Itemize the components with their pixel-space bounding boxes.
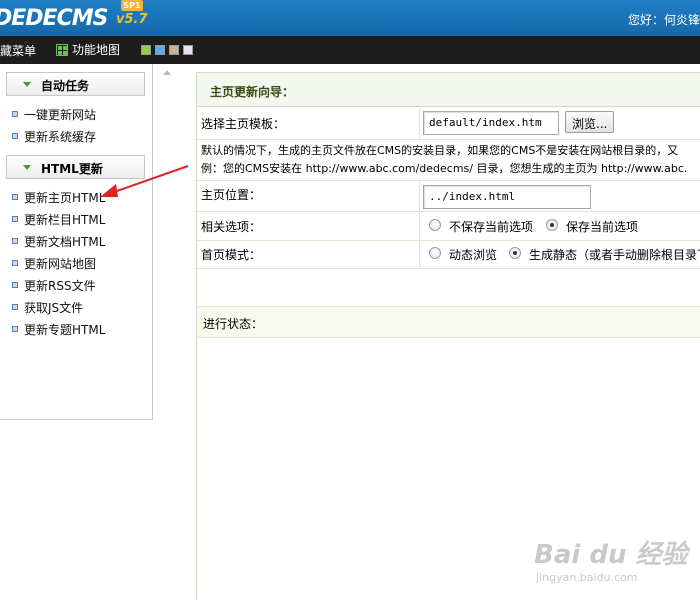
- radio-static-label: 生成静态（或者手动删除根目录下: [529, 248, 700, 262]
- hide-menu-label: 隐藏菜单: [0, 44, 37, 58]
- bullet-icon: [12, 111, 18, 117]
- grid-icon: [56, 43, 68, 56]
- menu-item-label: 获取JS文件: [24, 300, 84, 315]
- menu-item-update-column[interactable]: 更新栏目HTML: [12, 211, 105, 227]
- baidu-watermark: Bai du 经验 jingyan.baidu.com: [534, 534, 688, 584]
- bullet-icon: [12, 282, 18, 288]
- watermark-url: jingyan.baidu.com: [536, 571, 638, 584]
- wizard-header: 主页更新向导：: [197, 72, 700, 107]
- position-value: ../index.html: [429, 190, 516, 203]
- menu-item-update-homepage[interactable]: 更新主页HTML: [12, 189, 105, 205]
- menu-item-label: 更新文档HTML: [24, 234, 106, 249]
- bullet-icon: [12, 133, 18, 139]
- top-header: DEDECMS SP1 v5.7 您好：何炎锋: [0, 0, 700, 36]
- site-map-label: 功能地图: [72, 43, 121, 57]
- menu-group-html-update[interactable]: HTML更新: [6, 155, 145, 179]
- radio-dynamic-label: 动态浏览: [449, 248, 498, 262]
- menu-item-label: 一键更新网站: [24, 107, 97, 122]
- menu-item-update-site[interactable]: 一键更新网站: [12, 106, 96, 122]
- bullet-icon: [12, 194, 18, 200]
- position-label: 主页位置：: [201, 188, 262, 202]
- menu-item-update-cache[interactable]: 更新系统缓存: [12, 128, 96, 144]
- description-line-1: 默认的情况下，生成的主页文件放在CMS的安装目录，如果您的CMS不是安装在网站根…: [201, 144, 679, 157]
- menu-item-label: 更新专题HTML: [24, 322, 106, 337]
- skin-swatches: [141, 45, 193, 55]
- browse-button[interactable]: 浏览...: [565, 111, 615, 133]
- column-divider: [419, 181, 420, 212]
- sp-badge: SP1: [121, 0, 143, 11]
- menu-item-label: 更新网站地图: [24, 256, 97, 271]
- template-label: 选择主页模板：: [201, 117, 286, 131]
- menu-group-title: HTML更新: [41, 162, 103, 176]
- bullet-icon: [12, 216, 18, 222]
- menu-item-label: 更新栏目HTML: [24, 212, 106, 227]
- collapse-arrow-icon: [23, 82, 31, 87]
- left-menu: 自动任务 一键更新网站 更新系统缓存 HTML更新 更新主页HTML 更新栏目H…: [0, 64, 153, 420]
- status-label: 进行状态：: [203, 317, 264, 331]
- homepage-update-wizard: 主页更新向导： 选择主页模板： default/index.htm 浏览... …: [196, 72, 700, 600]
- site-map-link[interactable]: 功能地图: [56, 41, 120, 58]
- page-title: 主页更新向导：: [210, 85, 295, 99]
- description-line-2: 例：您的CMS安装在 http://www.abc.com/dedecms/ 目…: [201, 162, 688, 175]
- radio-static[interactable]: [509, 247, 521, 259]
- menu-item-update-docs[interactable]: 更新文档HTML: [12, 233, 105, 249]
- menu-item-label: 更新系统缓存: [24, 129, 97, 144]
- bullet-icon: [12, 238, 18, 244]
- position-input[interactable]: ../index.html: [423, 185, 591, 209]
- toolbar: 隐藏菜单 功能地图: [0, 36, 700, 64]
- menu-item-label: 更新RSS文件: [24, 278, 96, 293]
- menu-item-get-js[interactable]: 获取JS文件: [12, 299, 83, 315]
- bullet-icon: [12, 326, 18, 332]
- skin-swatch-green[interactable]: [141, 45, 151, 55]
- skin-swatch-tan[interactable]: [169, 45, 179, 55]
- frame-scroll-gutter: [154, 64, 196, 600]
- scroll-up-arrow-icon[interactable]: [163, 70, 171, 75]
- column-divider: [419, 241, 420, 269]
- version-label: v5.7: [116, 12, 148, 27]
- bullet-icon: [12, 304, 18, 310]
- radio-save-label: 保存当前选项: [566, 220, 639, 234]
- radio-dont-save[interactable]: [429, 219, 441, 231]
- radio-dont-save-label: 不保存当前选项: [449, 220, 534, 234]
- options-label: 相关选项：: [201, 220, 262, 234]
- hide-menu-link[interactable]: 隐藏菜单: [0, 42, 36, 59]
- column-divider: [419, 108, 420, 140]
- collapse-arrow-icon: [23, 165, 31, 170]
- menu-item-update-sitemap[interactable]: 更新网站地图: [12, 255, 96, 271]
- skin-swatch-blue[interactable]: [155, 45, 165, 55]
- skin-swatch-gray[interactable]: [183, 45, 193, 55]
- menu-group-auto-tasks[interactable]: 自动任务: [6, 72, 145, 96]
- dedecms-logo: DEDECMS: [0, 6, 108, 31]
- watermark-logo: Bai du 经验: [534, 540, 688, 570]
- menu-item-update-rss[interactable]: 更新RSS文件: [12, 277, 96, 293]
- template-value: default/index.htm: [429, 116, 542, 129]
- radio-dynamic[interactable]: [429, 247, 441, 259]
- mode-label: 首页模式：: [201, 248, 262, 262]
- menu-group-title: 自动任务: [41, 79, 90, 93]
- column-divider: [419, 212, 420, 241]
- template-input[interactable]: default/index.htm: [423, 111, 559, 135]
- progress-status-row: 进行状态：: [197, 306, 700, 338]
- radio-save[interactable]: [546, 219, 558, 231]
- menu-item-update-topics[interactable]: 更新专题HTML: [12, 321, 105, 337]
- description-row: 默认的情况下，生成的主页文件放在CMS的安装目录，如果您的CMS不是安装在网站根…: [197, 140, 700, 181]
- bullet-icon: [12, 260, 18, 266]
- user-greeting: 您好：何炎锋: [627, 13, 700, 27]
- menu-item-label: 更新主页HTML: [24, 190, 106, 205]
